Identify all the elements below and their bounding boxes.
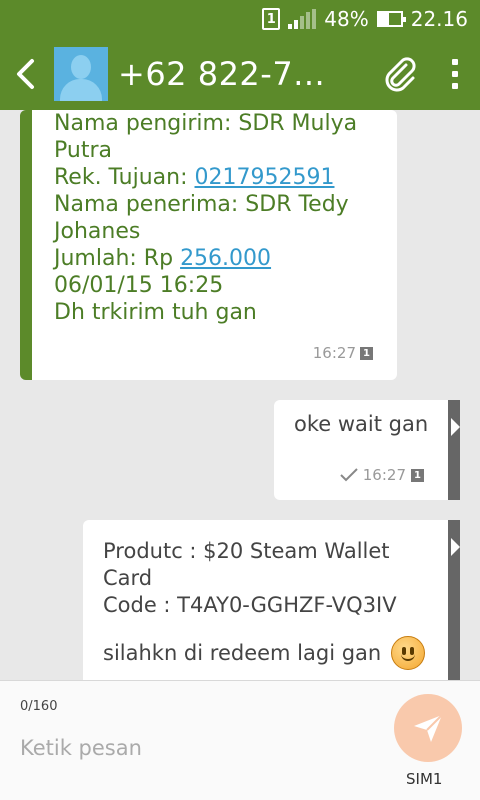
sim-badge-icon: 1 [411,468,424,482]
message-input[interactable] [20,731,360,765]
incoming-message-text: Nama pengirim: SDR Mulya Putra Rek. Tuju… [54,111,358,325]
chevron-left-icon [17,59,34,89]
outgoing-message-text: silahkn di redeem lagi gan [103,641,382,665]
clock: 22.16 [410,7,468,31]
message-list[interactable]: Nama pengirim: SDR Mulya Putra Rek. Tuju… [0,110,480,680]
character-counter: 0/160 [20,699,58,714]
contact-title[interactable]: +62 822-7... [118,55,370,93]
back-button[interactable] [0,38,50,110]
battery-percentage: 48% [324,7,369,31]
message-time: 16:27 [362,466,406,484]
check-icon [340,468,358,482]
outgoing-message-text: oke wait gan [294,412,429,436]
paperclip-icon [385,57,416,92]
outgoing-message[interactable]: oke wait gan 16:27 1 [274,400,460,500]
signal-strength-icon [288,9,317,29]
incoming-message[interactable]: Nama pengirim: SDR Mulya Putra Rek. Tuju… [20,110,397,380]
message-meta: 16:27 1 [313,344,373,362]
message-composer: 0/160 SIM1 [0,680,480,800]
message-time: 16:27 [312,344,356,362]
conversation-header: +62 822-7... [0,38,480,110]
message-meta: 16:27 1 [340,466,424,484]
sim-selector[interactable]: SIM1 [406,770,442,788]
send-button[interactable] [394,694,462,762]
account-number-link[interactable]: 0217952591 [195,165,335,190]
contact-avatar[interactable] [54,47,108,101]
status-bar: 1 48% 22.16 [0,0,480,38]
battery-icon [376,11,406,27]
sim-badge-icon: 1 [360,346,373,360]
smiley-emoji-icon [391,636,426,670]
attach-button[interactable] [370,38,430,110]
send-icon [414,714,443,742]
outgoing-message-text: Produtc : $20 Steam Wallet Card Code : T… [103,539,397,617]
sim-card-icon: 1 [262,8,281,30]
amount-link[interactable]: 256.000 [180,246,271,271]
outgoing-message[interactable]: Produtc : $20 Steam Wallet Card Code : T… [83,520,460,680]
more-options-button[interactable] [430,38,480,110]
